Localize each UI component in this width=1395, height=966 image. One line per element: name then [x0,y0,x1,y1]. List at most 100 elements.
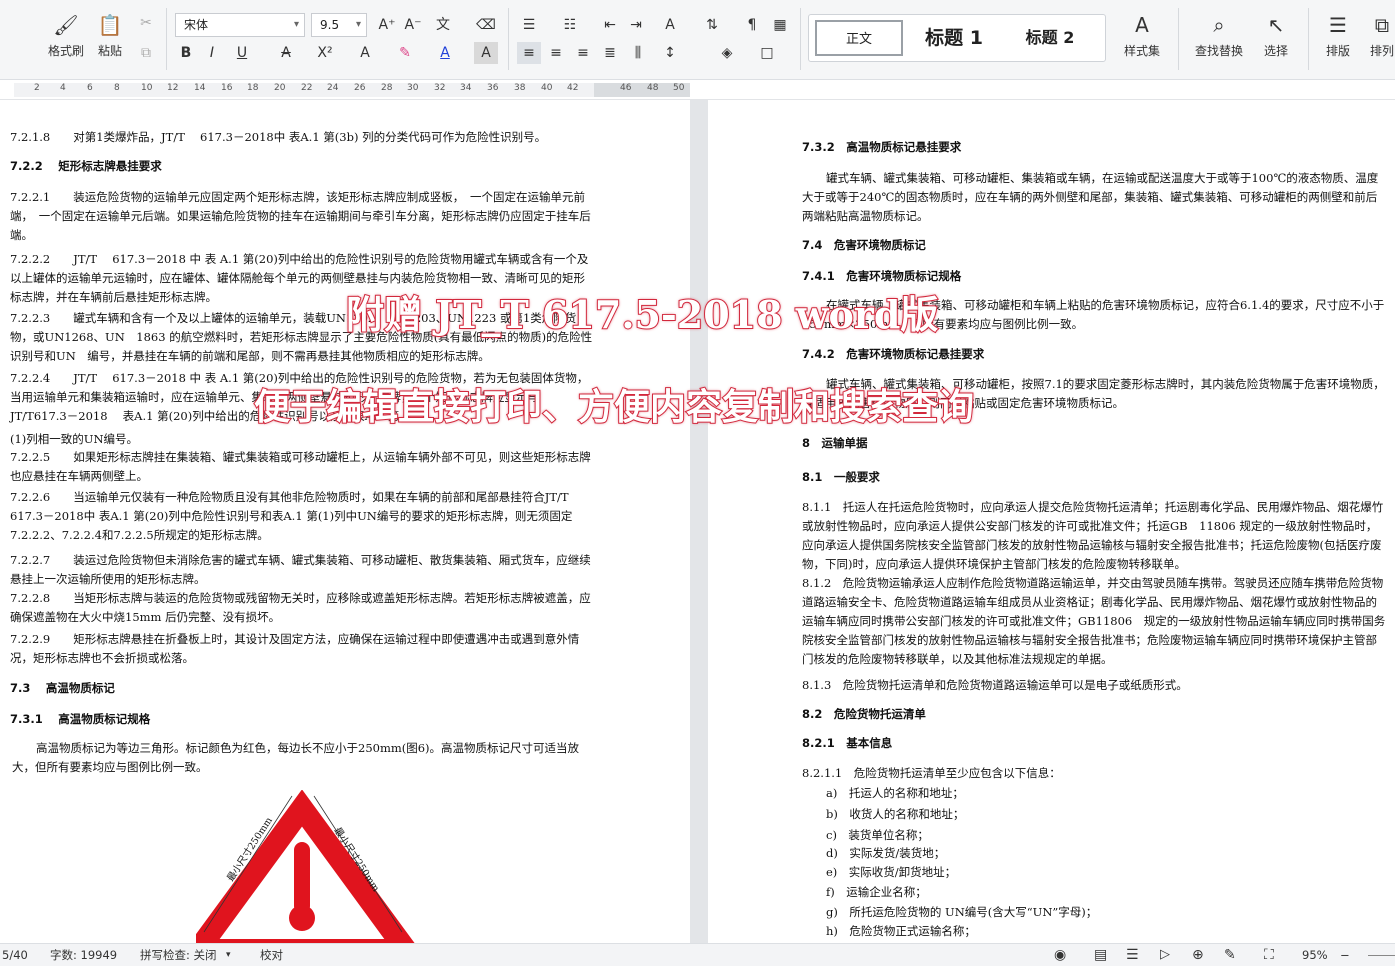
hot-substance-mark-figure: 最小尺寸250mm 最小尺寸250mm [196,790,415,943]
ruler-tick-label: 28 [381,83,393,93]
superscript-icon[interactable]: X² [313,42,337,64]
increase-indent-icon[interactable]: ⇥ [624,14,648,36]
table-grid-icon[interactable]: ▦ [768,14,792,36]
word-count[interactable]: 字数: 19949 [50,944,117,966]
play-icon[interactable]: ▷ [1160,944,1170,966]
cut-icon[interactable]: ✂ [134,12,158,34]
paragraph: 7.2.2.1 装运危险货物的运输单元应固定两个矩形标志牌，该矩形标志牌应制成竖… [10,190,591,242]
strikethrough-icon[interactable]: A [274,42,298,64]
align-right-icon[interactable]: ≡ [571,42,595,64]
text-effect-icon[interactable]: A [353,42,377,64]
proofread-button[interactable]: 校对 [260,944,283,966]
zoom-level[interactable]: 95% [1302,944,1328,966]
layout-label: 排版 [1325,44,1350,58]
decrease-indent-icon[interactable]: ⇤ [598,14,622,36]
ruler-tick-label: 32 [434,83,446,93]
paste-label: 粘贴 [97,44,122,58]
paragraph: 8.1.1 托运人在托运危险货物时，应向承运人提交危险货物托运清单；托运剧毒化学… [802,500,1384,571]
bold-icon[interactable]: B [174,42,198,64]
numbered-list-icon[interactable]: ☷ [558,14,582,36]
ruler-tick-label: 30 [407,83,419,93]
wps-writer-window: 🖌 格式刷 📋 粘贴 ✂ ⧉ 宋体 ▾ 9.5 ▾ A⁺ A⁻ 文 ⌫ B I … [0,0,1395,966]
line-spacing-icon[interactable]: ↕ [658,42,682,64]
ruler-tick-label: 24 [327,83,339,93]
style-heading-2[interactable]: 标题 2 [1005,20,1095,56]
brush-icon: 🖌 [53,13,79,37]
style-heading-1[interactable]: 标题 1 [909,20,999,56]
style-normal[interactable]: 正文 [815,20,903,56]
thermometer-stem [294,842,310,914]
separator [508,8,509,70]
separator [1178,8,1179,70]
document-page-left[interactable]: 7.2.1.8 对第1类爆炸品，JT/T 617.3－2018中 表A.1 第(… [0,100,690,943]
ruler-tick-label: 16 [221,83,233,93]
text-direction-icon[interactable]: A [658,14,682,36]
chevron-down-icon: ▾ [355,19,361,30]
arrange-button[interactable]: ⧉ 排列 [1362,6,1395,72]
list-item: d) 实际发货/装货地； [826,846,946,860]
spell-check-status[interactable]: 拼写检查: 关闭 [140,944,217,966]
zoom-slider[interactable] [1368,955,1395,956]
copy-icon[interactable]: ⧉ [134,42,158,64]
paste-button[interactable]: 📋 粘贴 [84,6,136,72]
list-item: g) 所托运危险货物的 UN编号(含大写“UN”字母)； [826,905,1098,919]
font-name-value: 宋体 [184,18,209,32]
justify-icon[interactable]: ≣ [598,42,622,64]
arrange-icon: ⧉ [1374,13,1390,37]
highlight-icon[interactable]: ✎ [393,42,417,64]
arrange-label: 排列 [1369,44,1394,58]
align-center-icon[interactable]: ≡ [544,42,568,64]
page-gap [690,100,708,943]
pen-icon[interactable]: ✎ [1224,944,1236,966]
watermark-line-1: 附赠 JT_T 617.5-2018 word版 [345,291,939,338]
ruler-tick-label: 26 [354,83,366,93]
show-marks-icon[interactable]: ¶ [740,14,764,36]
status-bar: 5/40 字数: 19949 拼写检查: 关闭 ▾ 校对 ◉ ▤ ☰ ▷ ⊕ ✎… [0,943,1395,966]
zoom-out-icon[interactable]: − [1340,944,1350,966]
underline-icon[interactable]: U [230,42,254,64]
find-replace-button[interactable]: ⌕ 查找替换 [1188,6,1250,72]
ruler-tick-label: 50 [673,83,685,93]
heading: 8.2 危险货物托运清单 [802,707,926,721]
font-size-select[interactable]: 9.5 ▾ [311,13,367,37]
select-button[interactable]: ↖ 选择 [1254,6,1298,72]
distribute-icon[interactable]: ⫼ [626,42,650,64]
horizontal-ruler[interactable]: 2 4 6 8 10 12 14 16 18 20 22 24 26 28 30 32 34 36 38 40 42 46… [0,80,1395,100]
grow-font-icon[interactable]: A⁺ [375,14,399,36]
chevron-down-icon: ▾ [293,19,299,30]
paragraph: 罐式车辆、罐式集装箱、可移动罐柜、集装箱或车辆，在运输或配送温度大于或等于100… [802,171,1379,223]
eye-icon[interactable]: ◉ [1054,944,1066,966]
document-page-right[interactable]: 7.3.2 高温物质标记悬挂要求 罐式车辆、罐式集装箱、可移动罐柜、集装箱或车辆… [708,100,1395,943]
font-color-icon[interactable]: A [433,42,457,64]
heading: 7.4 危害环境物质标记 [802,238,926,252]
layout-button[interactable]: ☰ 排版 [1316,6,1360,72]
paragraph: 7.2.2.7 装运过危险货物但未消除危害的罐式车辆、罐式集装箱、可移动罐柜、散… [10,553,591,586]
sort-icon[interactable]: ⇅ [700,14,724,36]
separator [1308,8,1309,70]
paragraph: 7.2.2.8 当矩形标志牌与装运的危险货物或残留物无关时，应移除或遮盖矩形标志… [10,591,591,624]
page-indicator[interactable]: 5/40 [2,944,28,966]
thermometer-bulb [289,905,315,931]
char-shading-icon[interactable]: A [474,42,498,64]
outline-view-icon[interactable]: ☰ [1126,944,1139,966]
shading-icon[interactable]: ◈ [715,42,739,64]
style-set-button[interactable]: A 样式集 [1112,6,1172,72]
page-view-icon[interactable]: ▤ [1094,944,1107,966]
align-left-icon[interactable]: ≡ [517,42,541,64]
web-view-icon[interactable]: ⊕ [1192,944,1204,966]
phonetic-guide-icon[interactable]: 文 [431,14,455,36]
heading: 8.1 一般要求 [802,470,880,484]
font-name-select[interactable]: 宋体 ▾ [175,13,305,37]
italic-icon[interactable]: I [200,42,224,64]
list-item: e) 实际收货/卸货地址； [826,865,957,879]
fit-page-icon[interactable]: ⛶ [1264,944,1274,966]
paragraph: 8.1.3 危险货物托运清单和危险货物道路运输运单可以是电子或纸质形式。 [802,678,1188,692]
bullet-list-icon[interactable]: ☰ [517,14,541,36]
border-icon[interactable]: □ [755,42,779,64]
clear-format-icon[interactable]: ⌫ [474,14,498,36]
cursor-icon: ↖ [1267,13,1285,37]
ruler-tick-label: 12 [167,83,179,93]
heading: 7.3.2 高温物质标记悬挂要求 [802,140,962,154]
shrink-font-icon[interactable]: A⁻ [401,14,425,36]
style-set-label: 样式集 [1123,44,1160,58]
